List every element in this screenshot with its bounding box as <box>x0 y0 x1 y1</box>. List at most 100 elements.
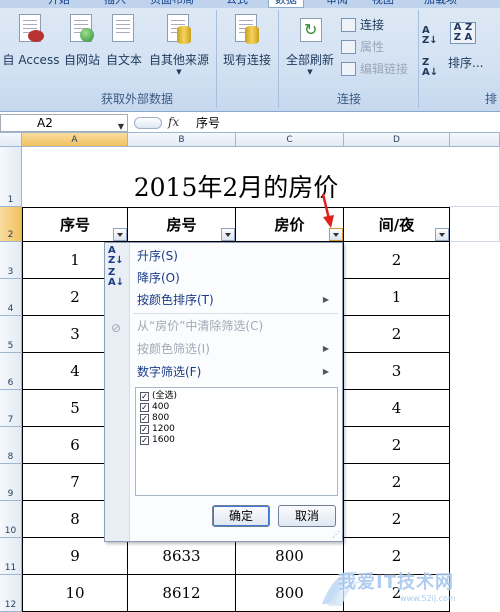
row-header-1[interactable]: 1 <box>0 147 22 207</box>
name-box[interactable]: A2 ▼ <box>0 114 128 132</box>
table-cell[interactable]: 2 <box>344 501 450 538</box>
group-label-sort: 排 <box>484 92 497 106</box>
existing-connections-button[interactable]: 现有连接 <box>219 14 275 68</box>
checkbox-checked-icon[interactable]: ✓ <box>140 403 149 412</box>
row-header-5[interactable]: 5 <box>0 316 22 353</box>
tab-home[interactable]: 开始 <box>48 0 70 8</box>
menu-item-sort-descending[interactable]: 降序(O) <box>137 268 337 288</box>
connections-button[interactable]: 连接 <box>340 16 384 34</box>
tab-page-layout[interactable]: 页面布局 <box>150 0 194 8</box>
column-header-a[interactable]: A <box>22 133 128 147</box>
from-access-label: 自 Access <box>2 53 60 67</box>
tab-addins[interactable]: 加载项 <box>424 0 457 8</box>
column-header-b[interactable]: B <box>128 133 236 147</box>
ok-button[interactable]: 确定 <box>212 505 270 527</box>
checkbox-checked-icon[interactable]: ✓ <box>140 425 149 434</box>
from-other-sources-label: 自其他来源 <box>148 53 209 67</box>
row-header-11[interactable]: 11 <box>0 538 22 575</box>
from-text-button[interactable]: 自文本 <box>104 14 144 68</box>
table-cell[interactable]: 10 <box>22 575 128 612</box>
row-header-12[interactable]: 12 <box>0 575 22 612</box>
row-header-6[interactable]: 6 <box>0 353 22 390</box>
filter-value-list[interactable]: ✓ (全选) ✓ 400 ✓ 800 ✓ 1200 ✓ 1600 <box>135 387 338 496</box>
filter-value-label: 400 <box>152 402 170 412</box>
filter-value-select-all[interactable]: ✓ (全选) <box>140 391 177 402</box>
sort-by-color-label: 按颜色排序(T) <box>137 293 214 307</box>
table-cell[interactable]: 2 <box>344 427 450 464</box>
database-icon <box>164 14 194 48</box>
filter-dropdown-price[interactable] <box>329 228 343 241</box>
tab-data[interactable]: 数据 <box>268 0 304 8</box>
row-header-2[interactable]: 2 <box>0 207 22 242</box>
menu-item-sort-by-color[interactable]: 按颜色排序(T) ▶ <box>137 290 337 310</box>
filter-value-label: 1600 <box>152 435 175 445</box>
filter-value-item[interactable]: ✓ 1600 <box>140 435 175 446</box>
tab-review[interactable]: 审阅 <box>326 0 348 8</box>
table-cell[interactable]: 8633 <box>128 538 236 575</box>
sort-button[interactable]: 排序... <box>446 54 483 72</box>
filter-dropdown-nights[interactable] <box>435 228 449 241</box>
cancel-button[interactable]: 取消 <box>278 505 336 527</box>
row-header-3[interactable]: 3 <box>0 242 22 279</box>
row-header-4[interactable]: 4 <box>0 279 22 316</box>
filter-value-item[interactable]: ✓ 400 <box>140 402 170 413</box>
menu-item-sort-ascending[interactable]: 升序(S) <box>137 246 337 266</box>
filter-dropdown-seq[interactable] <box>113 228 127 241</box>
filter-dropdown-room[interactable] <box>221 228 235 241</box>
menu-item-number-filters[interactable]: 数字筛选(F) ▶ <box>137 362 337 382</box>
sort-za-icon[interactable]: Z A↓ <box>422 58 442 80</box>
edit-links-button[interactable]: 编辑链接 <box>340 60 408 78</box>
menu-item-clear-filter[interactable]: 从“房价”中清除筛选(C) <box>137 316 337 336</box>
table-cell[interactable]: 2 <box>344 242 450 279</box>
tab-view[interactable]: 视图 <box>372 0 394 8</box>
resize-grip-icon[interactable]: ⋰ <box>332 530 340 539</box>
tab-formulas[interactable]: 公式 <box>226 0 248 8</box>
properties-label: 属性 <box>360 40 385 54</box>
properties-button[interactable]: 属性 <box>340 38 384 56</box>
table-cell[interactable]: 8612 <box>128 575 236 612</box>
existing-connections-label: 现有连接 <box>222 53 271 67</box>
table-cell[interactable]: 2 <box>344 316 450 353</box>
table-cell[interactable]: 4 <box>344 390 450 427</box>
checkbox-checked-icon[interactable]: ✓ <box>140 392 149 401</box>
from-other-sources-button[interactable]: 自其他来源 ▼ <box>146 14 212 76</box>
column-header-e[interactable] <box>450 133 500 147</box>
submenu-arrow-icon: ▶ <box>322 295 329 304</box>
group-separator <box>216 10 217 108</box>
sheet-title[interactable]: 2015年2月的房价 <box>22 147 450 207</box>
formula-input[interactable]: 序号 <box>196 114 220 132</box>
table-cell[interactable] <box>450 207 500 242</box>
insert-function-button[interactable]: fx <box>168 115 179 129</box>
clear-filter-icon: ⊘ <box>111 321 122 335</box>
table-cell[interactable]: 3 <box>344 353 450 390</box>
column-header-c[interactable]: C <box>236 133 344 147</box>
sort-az-icon[interactable]: A Z↓ <box>422 26 442 48</box>
menu-item-filter-by-color[interactable]: 按颜色筛选(I) ▶ <box>137 339 337 359</box>
watermark-text: 我爱IT技术网 <box>338 572 454 593</box>
table-cell[interactable]: 9 <box>22 538 128 575</box>
table-cell[interactable]: 1 <box>344 279 450 316</box>
refresh-all-button[interactable]: 全部刷新 ▼ <box>282 14 338 76</box>
filter-value-item[interactable]: ✓ 1200 <box>140 424 175 435</box>
column-header-d[interactable]: D <box>344 133 450 147</box>
from-access-button[interactable]: 自 Access <box>2 14 60 68</box>
group-separator <box>278 10 279 108</box>
filter-value-item[interactable]: ✓ 800 <box>140 413 170 424</box>
row-header-8[interactable]: 8 <box>0 427 22 464</box>
from-web-button[interactable]: 自网站 <box>62 14 102 68</box>
formula-bar: A2 ▼ fx 序号 <box>0 113 500 133</box>
checkbox-checked-icon[interactable]: ✓ <box>140 436 149 445</box>
table-cell[interactable]: 2 <box>344 464 450 501</box>
select-all-corner[interactable] <box>0 133 22 147</box>
filter-value-label: 800 <box>152 413 170 423</box>
header-cell-room[interactable]: 房号 <box>128 207 236 242</box>
edit-links-label: 编辑链接 <box>360 62 409 76</box>
formula-bar-grip[interactable] <box>134 117 162 129</box>
sort-descending-icon: Z A↓ <box>108 267 125 288</box>
row-header-9[interactable]: 9 <box>0 464 22 501</box>
tab-insert[interactable]: 插入 <box>104 0 126 8</box>
row-header-7[interactable]: 7 <box>0 390 22 427</box>
row-header-10[interactable]: 10 <box>0 501 22 538</box>
table-cell[interactable] <box>450 147 500 207</box>
checkbox-checked-icon[interactable]: ✓ <box>140 414 149 423</box>
